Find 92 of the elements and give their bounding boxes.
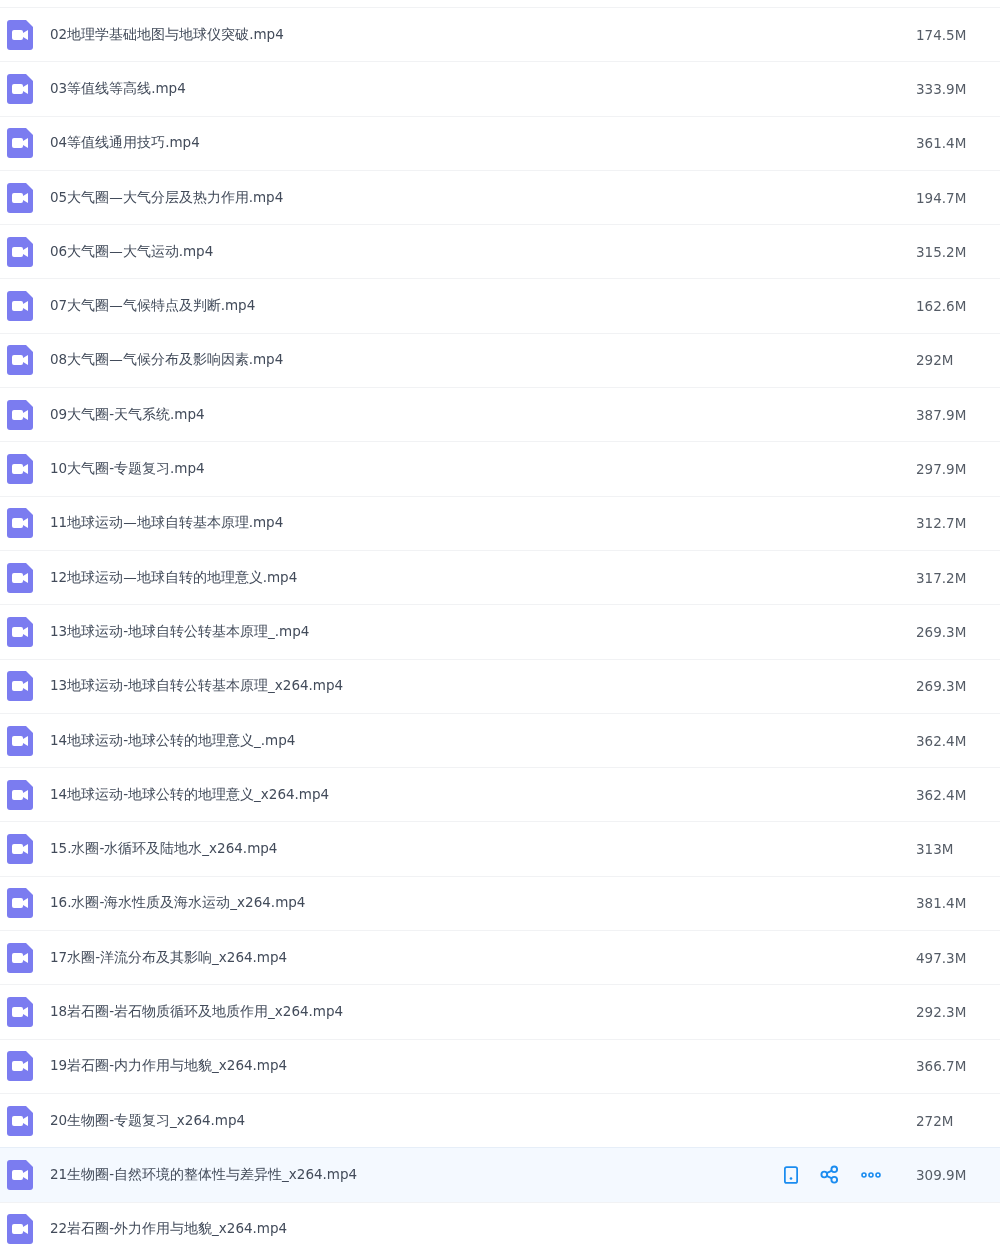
file-size: 272M: [916, 1112, 955, 1129]
video-file-icon: [7, 454, 33, 484]
file-name[interactable]: 18岩石圈-岩石物质循环及地质作用_x264.mp4: [50, 1003, 916, 1021]
file-name[interactable]: 02地理学基础地图与地球仪突破.mp4: [50, 25, 916, 44]
file-row[interactable]: 22岩石圈-外力作用与地貌_x264.mp4: [0, 1201, 1000, 1247]
file-size: 174.5M: [916, 26, 968, 43]
more-icon[interactable]: [861, 1171, 881, 1178]
file-size: 292.3M: [916, 1004, 968, 1020]
video-file-icon: [7, 616, 33, 647]
file-size: 381.4M: [916, 895, 968, 912]
file-row[interactable]: 15.水圈-水循环及陆地水_x264.mp4 313M: [0, 821, 1000, 876]
phone-icon[interactable]: [784, 1165, 798, 1184]
file-row[interactable]: 17水圈-洋流分布及其影响_x264.mp4 497.3M: [0, 930, 1000, 985]
video-file-icon: [7, 997, 33, 1027]
file-row[interactable]: 04等值线通用技巧.mp4 361.4M: [0, 115, 1000, 170]
file-row[interactable]: 13地球运动-地球自转公转基本原理_x264.mp4 269.3M: [0, 658, 1000, 713]
file-name[interactable]: 11地球运动—地球自转基本原理.mp4: [50, 514, 916, 533]
file-name[interactable]: 06大气圈—大气运动.mp4: [50, 242, 916, 261]
file-name[interactable]: 21生物圈-自然环境的整体性与差异性_x264.mp4: [50, 1165, 784, 1184]
file-row[interactable]: 10大气圈-专题复习.mp4 297.9M: [0, 441, 1000, 496]
video-file-icon: [7, 942, 33, 973]
video-file-icon: [7, 345, 33, 376]
video-file-icon: [7, 128, 33, 159]
file-size: 269.3M: [916, 678, 968, 695]
file-name[interactable]: 05大气圈—大气分层及热力作用.mp4: [50, 188, 916, 207]
file-size: 497.3M: [916, 949, 968, 966]
video-file-icon: [7, 1105, 33, 1136]
file-size: 194.7M: [916, 189, 968, 206]
video-file-icon: [7, 562, 33, 593]
file-row[interactable]: 14地球运动-地球公转的地理意义_x264.mp4 362.4M: [0, 767, 1000, 822]
file-size: 315.2M: [916, 243, 968, 260]
file-name[interactable]: 19岩石圈-内力作用与地貌_x264.mp4: [50, 1057, 916, 1076]
file-size: 312.7M: [916, 515, 968, 532]
file-size: 387.9M: [916, 406, 968, 423]
video-file-icon: [7, 236, 33, 267]
file-row[interactable]: 21生物圈-自然环境的整体性与差异性_x264.mp4 309.9M: [0, 1147, 1000, 1202]
file-name[interactable]: 04等值线通用技巧.mp4: [50, 134, 916, 153]
file-name[interactable]: 13地球运动-地球自转公转基本原理_.mp4: [50, 622, 916, 641]
file-size: 309.9M: [916, 1166, 968, 1183]
file-name[interactable]: 17水圈-洋流分布及其影响_x264.mp4: [50, 948, 916, 967]
file-row[interactable]: 19岩石圈-内力作用与地貌_x264.mp4 366.7M: [0, 1038, 1000, 1093]
file-row[interactable]: 03等值线等高线.mp4 333.9M: [0, 61, 1000, 116]
video-file-icon: [7, 1051, 33, 1082]
video-file-icon: [7, 671, 33, 702]
file-name[interactable]: 22岩石圈-外力作用与地貌_x264.mp4: [50, 1220, 1000, 1239]
file-size: 317.2M: [916, 569, 968, 586]
file-size: 313M: [916, 841, 955, 858]
file-size: 362.4M: [916, 786, 968, 803]
file-row[interactable]: 18岩石圈-岩石物质循环及地质作用_x264.mp4 292.3M: [0, 984, 1000, 1039]
video-file-icon: [7, 834, 33, 865]
file-size: 366.7M: [916, 1058, 968, 1075]
file-name[interactable]: 14地球运动-地球公转的地理意义_.mp4: [50, 731, 916, 750]
file-row[interactable]: 16.水圈-海水性质及海水运动_x264.mp4 381.4M: [0, 875, 1000, 931]
file-name[interactable]: 14地球运动-地球公转的地理意义_x264.mp4: [50, 785, 916, 804]
video-file-icon: [7, 399, 33, 430]
file-row[interactable]: 02地理学基础地图与地球仪突破.mp4 174.5M: [0, 7, 1000, 62]
video-file-icon: [7, 779, 33, 810]
file-size: 269.3M: [916, 623, 968, 640]
file-row[interactable]: 05大气圈—大气分层及热力作用.mp4 194.7M: [0, 169, 1000, 225]
file-size: 162.6M: [916, 298, 968, 315]
file-name[interactable]: 13地球运动-地球自转公转基本原理_x264.mp4: [50, 677, 916, 696]
file-row[interactable]: 08大气圈—气候分布及影响因素.mp4 292M: [0, 332, 1000, 388]
file-name[interactable]: 07大气圈—气候特点及判断.mp4: [50, 297, 916, 316]
share-icon[interactable]: [820, 1165, 839, 1185]
file-row[interactable]: 09大气圈-天气系统.mp4 387.9M: [0, 387, 1000, 442]
file-name[interactable]: 03等值线等高线.mp4: [50, 79, 916, 98]
file-row[interactable]: 07大气圈—气候特点及判断.mp4 162.6M: [0, 278, 1000, 333]
video-file-icon: [7, 725, 33, 756]
file-name[interactable]: 10大气圈-专题复习.mp4: [50, 460, 916, 478]
file-size: 333.9M: [916, 80, 968, 97]
video-file-icon: [7, 19, 33, 50]
file-row[interactable]: 06大气圈—大气运动.mp4 315.2M: [0, 224, 1000, 279]
file-name[interactable]: 12地球运动—地球自转的地理意义.mp4: [50, 568, 916, 587]
video-file-icon: [7, 508, 33, 539]
file-name[interactable]: 15.水圈-水循环及陆地水_x264.mp4: [50, 840, 916, 859]
file-name[interactable]: 20生物圈-专题复习_x264.mp4: [50, 1111, 916, 1130]
file-size: 362.4M: [916, 732, 968, 749]
file-row[interactable]: 12地球运动—地球自转的地理意义.mp4 317.2M: [0, 549, 1000, 605]
file-size: 361.4M: [916, 135, 968, 152]
video-file-icon: [7, 182, 33, 213]
file-size: 297.9M: [916, 461, 968, 477]
file-row[interactable]: 14地球运动-地球公转的地理意义_.mp4 362.4M: [0, 712, 1000, 768]
file-size: 292M: [916, 352, 955, 369]
video-file-icon: [7, 1159, 33, 1190]
video-file-icon: [7, 291, 33, 322]
file-name[interactable]: 16.水圈-海水性质及海水运动_x264.mp4: [50, 894, 916, 913]
file-row[interactable]: 13地球运动-地球自转公转基本原理_.mp4 269.3M: [0, 604, 1000, 659]
file-name[interactable]: 09大气圈-天气系统.mp4: [50, 405, 916, 424]
file-row[interactable]: 11地球运动—地球自转基本原理.mp4 312.7M: [0, 495, 1000, 550]
file-name[interactable]: 08大气圈—气候分布及影响因素.mp4: [50, 351, 916, 370]
video-file-icon: [7, 73, 33, 104]
video-file-icon: [7, 888, 33, 919]
